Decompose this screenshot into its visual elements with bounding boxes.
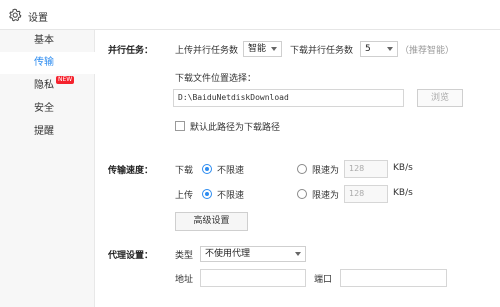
upload-limit-input[interactable]: 128: [344, 185, 388, 203]
sidebar-item-security[interactable]: 安全: [0, 98, 95, 120]
download-speed-label: 下载: [175, 166, 194, 176]
chevron-down-icon: [387, 47, 393, 51]
sidebar-item-label: 传输: [34, 57, 54, 68]
upload-limit-label: 限速为: [312, 191, 340, 201]
new-badge: NEW: [56, 76, 75, 84]
upload-speed-label: 上传: [175, 191, 194, 201]
gear-icon: [9, 8, 22, 22]
sidebar-item-label: 安全: [34, 103, 54, 114]
upload-unlimited-label: 不限速: [217, 191, 245, 201]
proxy-port-label: 端口: [314, 275, 333, 285]
sidebar-item-reminder[interactable]: 提醒: [0, 121, 95, 143]
chevron-down-icon: [295, 252, 301, 256]
settings-panel: 并行任务： 上传并行任务数 智能 下载并行任务数 5 （推荐智能） 下载文件位置…: [96, 30, 500, 307]
download-unlimited-label: 不限速: [217, 166, 245, 176]
sidebar-item-transfer[interactable]: 传输: [0, 52, 95, 74]
upload-parallel-value: 智能: [248, 44, 267, 54]
parallel-hint: （推荐智能）: [400, 46, 455, 56]
default-path-checkbox[interactable]: [175, 121, 185, 131]
download-parallel-label: 下载并行任务数: [290, 46, 354, 56]
upload-limit-unit: KB/s: [393, 188, 413, 198]
download-location-label: 下载文件位置选择：: [175, 74, 257, 84]
proxy-address-input[interactable]: [200, 269, 306, 287]
advanced-settings-button[interactable]: 高级设置: [175, 212, 248, 231]
title-bar: 设置: [0, 0, 500, 30]
proxy-address-label: 地址: [175, 275, 194, 285]
download-path-input[interactable]: D:\BaiduNetdiskDownload: [173, 89, 404, 107]
upload-parallel-label: 上传并行任务数: [175, 46, 239, 56]
download-limit-label: 限速为: [312, 166, 340, 176]
download-limit-unit: KB/s: [393, 163, 413, 173]
download-unlimited-radio[interactable]: [202, 164, 212, 174]
sidebar-item-label: 提醒: [34, 126, 54, 137]
upload-unlimited-radio[interactable]: [202, 189, 212, 199]
sidebar: 基本 传输 隐私 NEW 安全 提醒: [0, 30, 95, 307]
chevron-down-icon: [271, 47, 277, 51]
browse-button[interactable]: 浏览: [417, 89, 463, 107]
upload-parallel-select[interactable]: 智能: [243, 41, 282, 57]
sidebar-item-basic[interactable]: 基本: [0, 30, 95, 52]
default-path-label: 默认此路径为下载路径: [190, 123, 281, 133]
upload-limit-radio[interactable]: [297, 189, 307, 199]
proxy-type-select[interactable]: 不使用代理: [200, 246, 306, 262]
download-parallel-value: 5: [365, 44, 371, 54]
sidebar-item-label: 基本: [34, 35, 54, 46]
download-limit-radio[interactable]: [297, 164, 307, 174]
sidebar-item-label: 隐私: [34, 80, 54, 91]
speed-section-label: 传输速度：: [108, 166, 154, 176]
sidebar-item-privacy[interactable]: 隐私 NEW: [0, 75, 95, 97]
window-title: 设置: [28, 13, 48, 24]
proxy-type-label: 类型: [175, 251, 194, 261]
proxy-type-value: 不使用代理: [205, 249, 251, 259]
proxy-port-input[interactable]: [340, 269, 447, 287]
download-limit-input[interactable]: 128: [344, 160, 388, 178]
proxy-section-label: 代理设置：: [108, 251, 154, 261]
download-parallel-select[interactable]: 5: [360, 41, 398, 57]
parallel-section-label: 并行任务：: [108, 46, 154, 56]
